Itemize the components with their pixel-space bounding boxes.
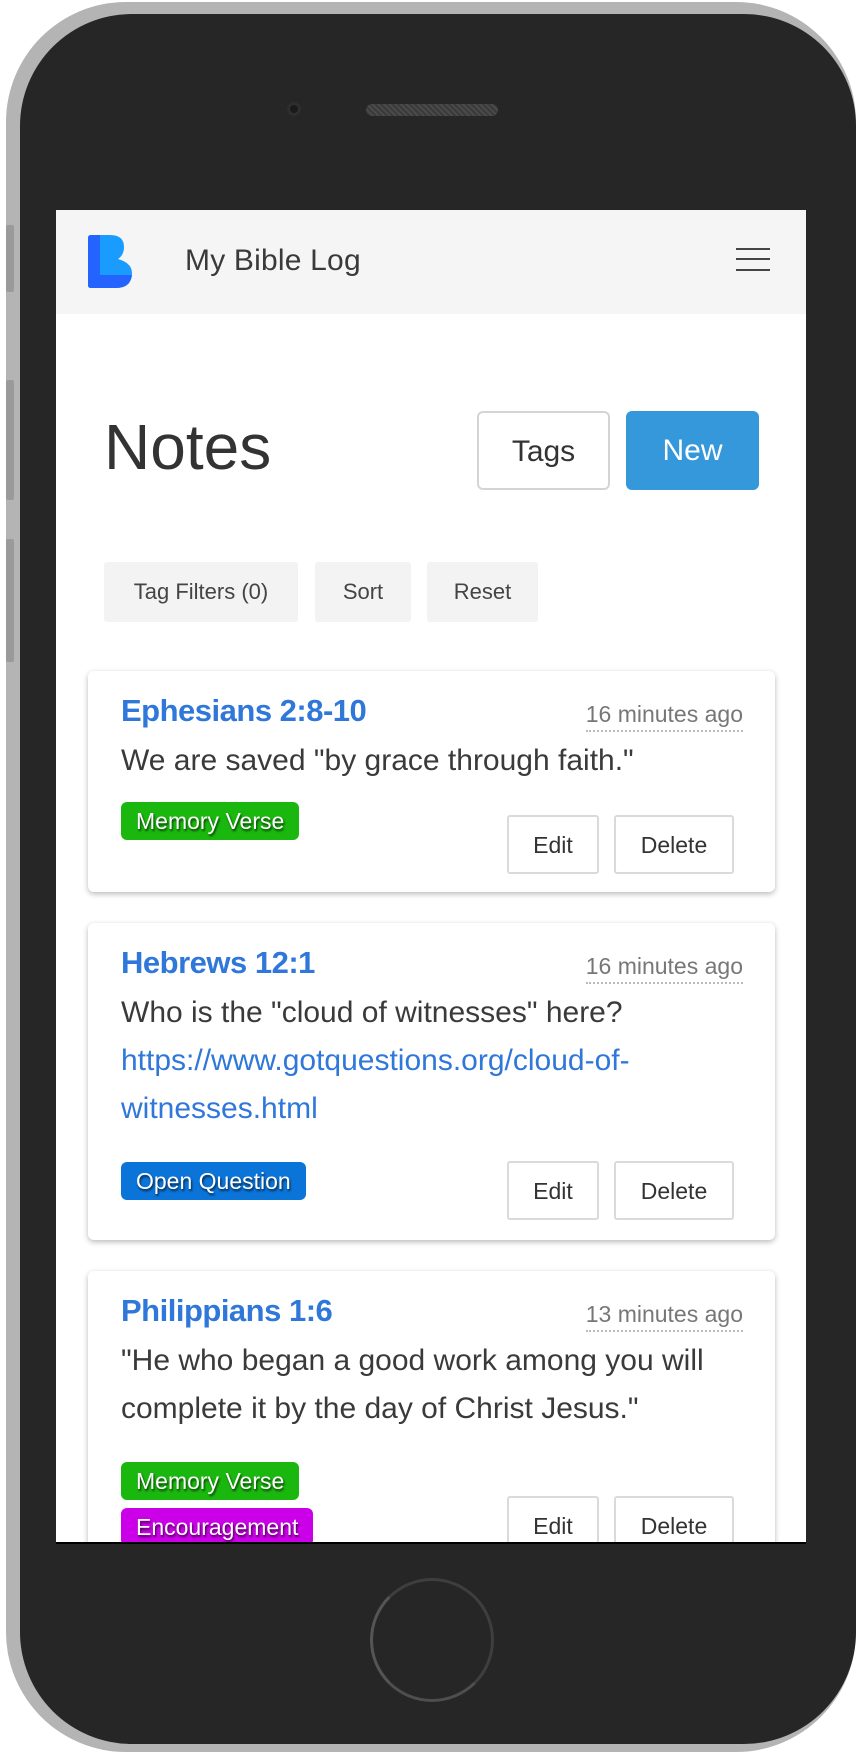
sort-button[interactable]: Sort xyxy=(315,562,411,622)
note-text: "He who began a good work among you will… xyxy=(121,1344,704,1425)
note-reference[interactable]: Philippians 1:6 xyxy=(121,1293,333,1329)
note-timestamp: 16 minutes ago xyxy=(585,701,743,732)
delete-button[interactable]: Delete xyxy=(614,815,734,874)
note-text: We are saved "by grace through faith." xyxy=(121,744,634,777)
bible-log-logo-icon[interactable] xyxy=(88,235,132,288)
tag-badge-memory-verse: Memory Verse xyxy=(121,802,300,840)
note-timestamp: 16 minutes ago xyxy=(585,953,743,984)
volume-down-button xyxy=(6,539,14,662)
mute-switch xyxy=(6,225,14,292)
note-reference[interactable]: Hebrews 12:1 xyxy=(121,945,315,981)
page-title: Notes xyxy=(104,411,272,483)
reset-button[interactable]: Reset xyxy=(427,562,538,622)
tag-filters-button[interactable]: Tag Filters (0) xyxy=(104,562,298,622)
front-camera xyxy=(287,102,301,116)
delete-button[interactable]: Delete xyxy=(614,1161,734,1220)
note-text-line: Who is the "cloud of witnesses" here? xyxy=(121,996,623,1029)
app-title[interactable]: My Bible Log xyxy=(185,244,361,278)
tags-button[interactable]: Tags xyxy=(477,411,610,490)
note-card: Hebrews 12:1 16 minutes ago Who is the "… xyxy=(88,923,775,1240)
note-timestamp: 13 minutes ago xyxy=(585,1301,743,1332)
note-text: Who is the "cloud of witnesses" here? ht… xyxy=(121,989,751,1133)
volume-up-button xyxy=(6,380,14,500)
edit-button[interactable]: Edit xyxy=(507,1496,599,1542)
edit-button[interactable]: Edit xyxy=(507,815,599,874)
tag-badge-open-question: Open Question xyxy=(121,1162,306,1200)
new-note-button[interactable]: New xyxy=(626,411,759,490)
edit-button[interactable]: Edit xyxy=(507,1161,599,1220)
tag-badge-encouragement: Encouragement xyxy=(121,1508,314,1542)
note-link[interactable]: https://www.gotquestions.org/cloud-of-wi… xyxy=(121,1044,630,1125)
note-reference[interactable]: Ephesians 2:8-10 xyxy=(121,693,367,729)
navbar: My Bible Log xyxy=(56,210,806,314)
home-button[interactable] xyxy=(370,1578,494,1702)
note-card: Ephesians 2:8-10 16 minutes ago We are s… xyxy=(88,671,775,892)
earpiece-speaker xyxy=(366,104,498,116)
tag-badge-memory-verse: Memory Verse xyxy=(121,1462,300,1500)
app-screen: My Bible Log Notes Tags New Tag Filters … xyxy=(56,210,806,1544)
note-card: Philippians 1:6 13 minutes ago "He who b… xyxy=(88,1271,775,1542)
hamburger-menu-icon[interactable] xyxy=(736,248,770,272)
delete-button[interactable]: Delete xyxy=(614,1496,734,1542)
